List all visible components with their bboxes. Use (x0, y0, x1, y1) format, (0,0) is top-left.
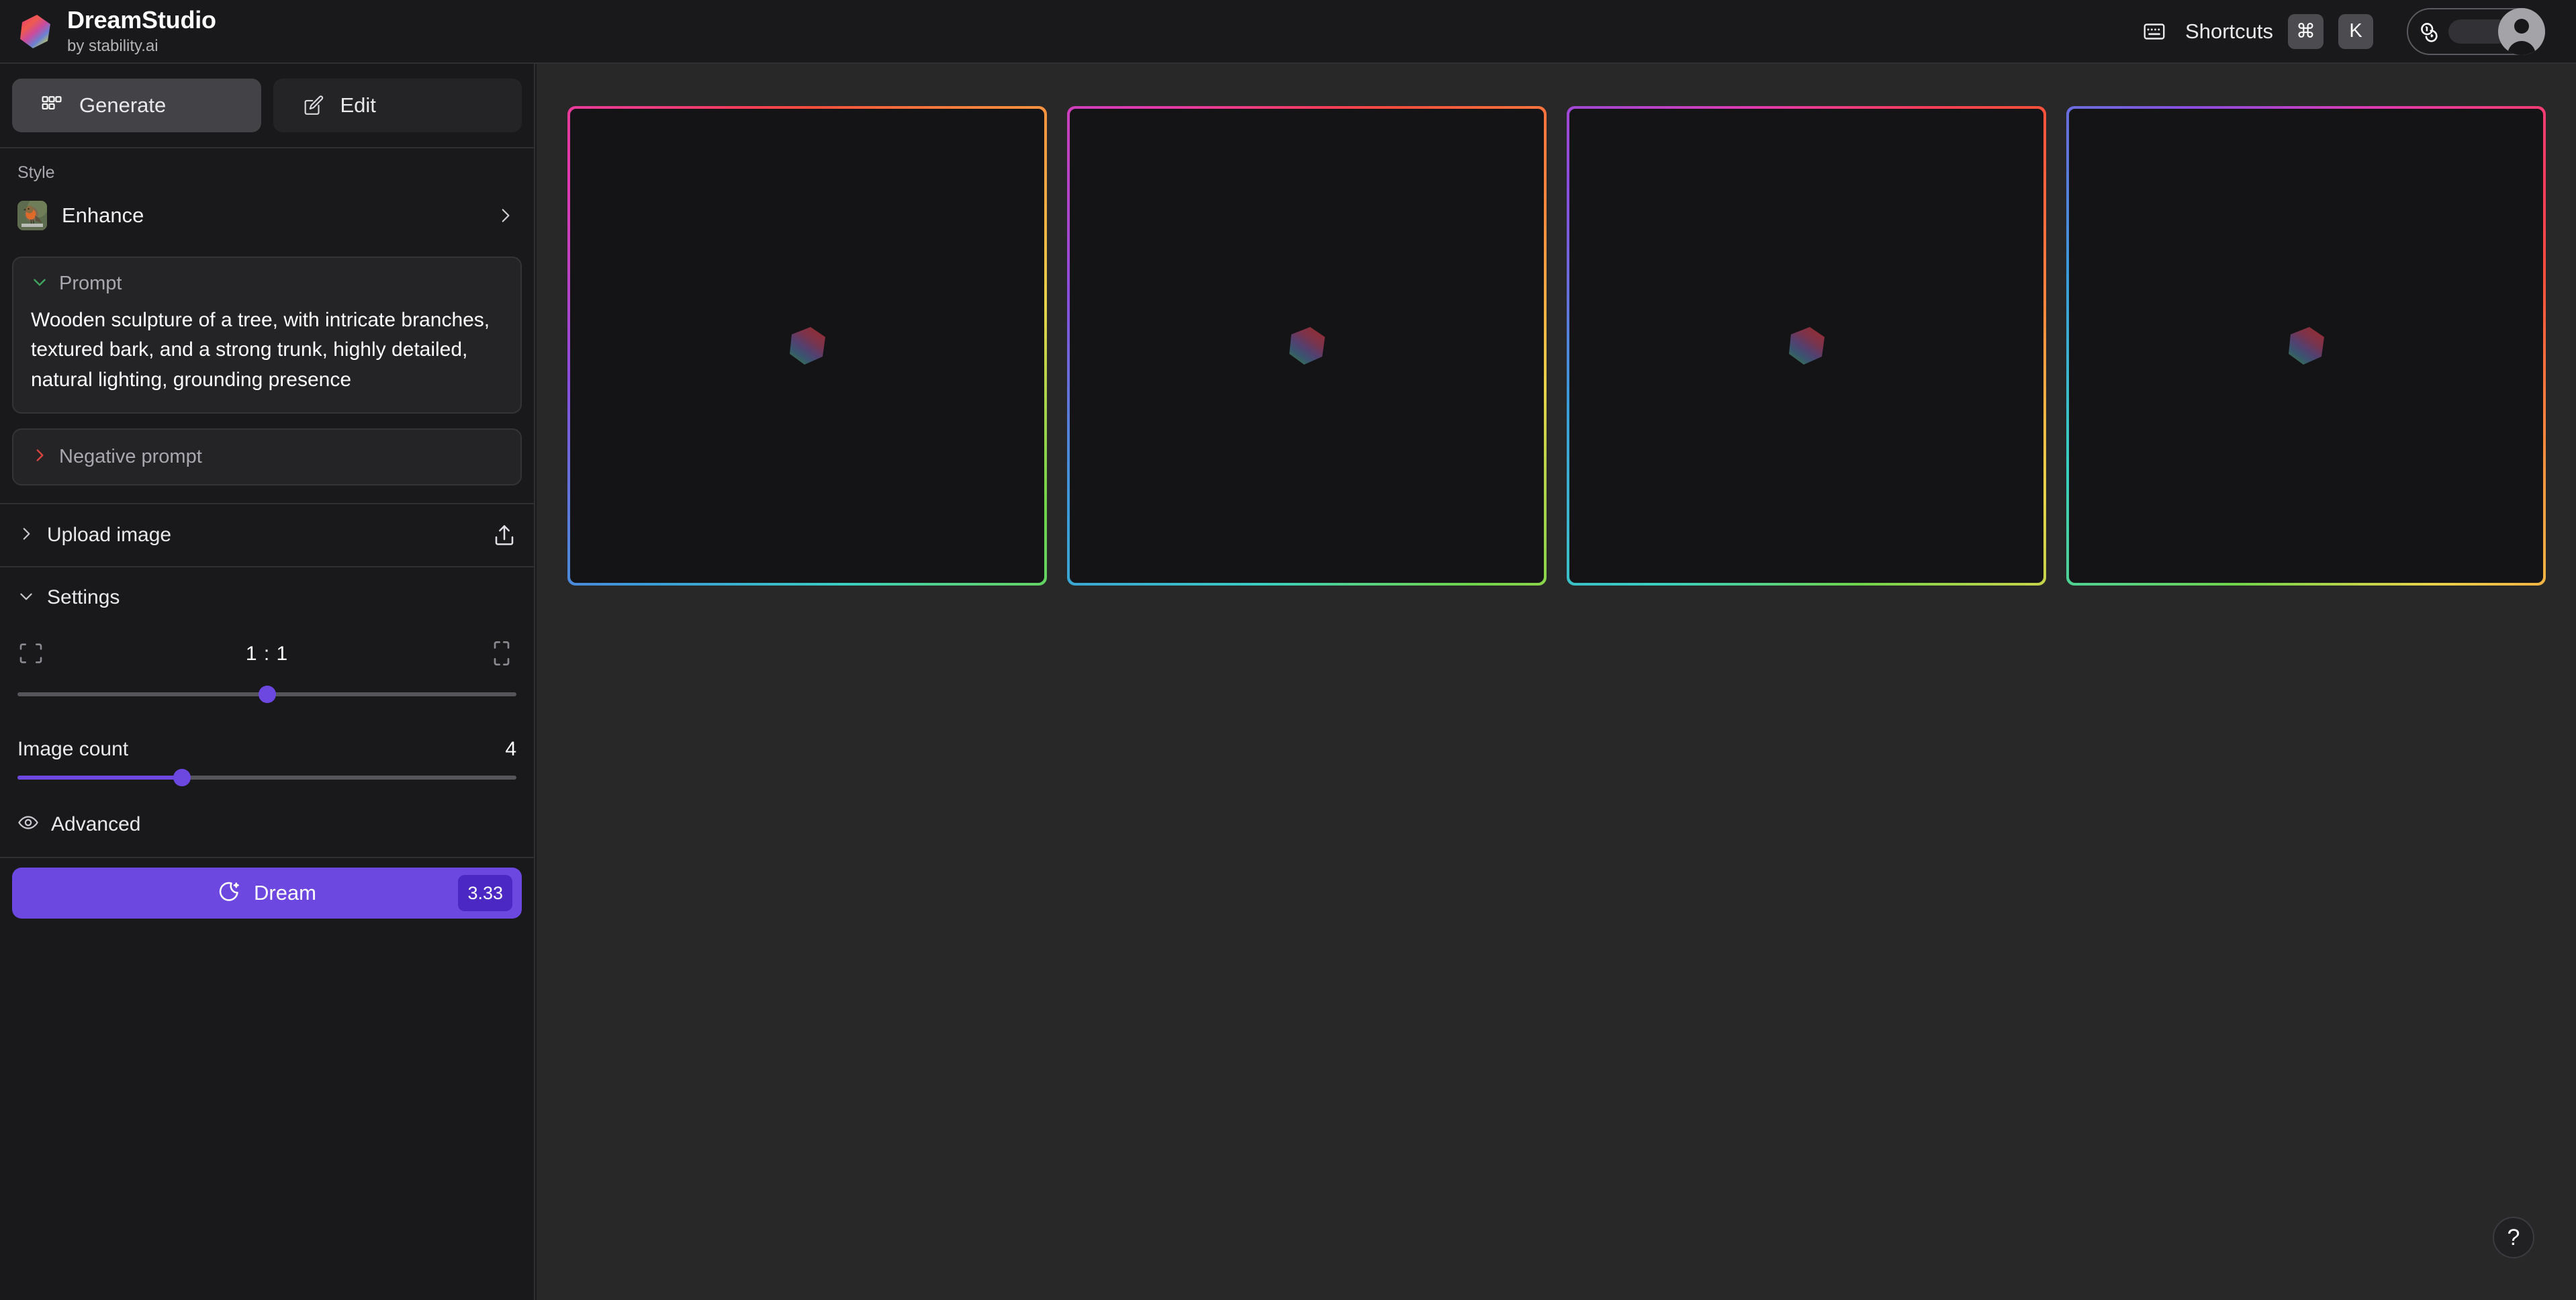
top-bar-right: Shortcuts ⌘ K (2141, 7, 2545, 55)
settings-label: Settings (47, 586, 120, 609)
image-count-slider[interactable] (17, 766, 516, 789)
negative-prompt-label: Negative prompt (59, 446, 202, 468)
upload-icon[interactable] (492, 523, 516, 547)
slider-thumb[interactable] (258, 686, 276, 704)
style-selector[interactable]: Enhance (17, 195, 516, 236)
negative-prompt-card[interactable]: Negative prompt (12, 428, 522, 486)
chevron-right-icon (496, 207, 514, 224)
chevron-right-icon (17, 525, 35, 546)
image-placeholder-4[interactable] (2066, 106, 2546, 586)
prompt-label: Prompt (59, 273, 122, 294)
pencil-square-icon (300, 93, 326, 118)
image-results-grid (537, 64, 2576, 586)
coins-icon (2418, 19, 2442, 44)
eye-target-icon (17, 812, 39, 837)
image-count-label: Image count (17, 738, 129, 761)
settings-row[interactable]: Settings (0, 567, 534, 613)
moon-sparkle-icon (218, 880, 240, 907)
hexagon-gradient-loader-icon (1785, 324, 1828, 367)
credits-pill[interactable] (2407, 7, 2545, 55)
aspect-ratio-value: 1 : 1 (245, 643, 289, 665)
chevron-right-icon (31, 447, 48, 467)
sidebar: Generate Edit Style Enhance Prompt Woode… (0, 64, 535, 1300)
slider-thumb[interactable] (173, 769, 191, 787)
avatar[interactable] (2498, 7, 2545, 55)
image-count-row: Image count 4 (17, 738, 516, 761)
app-title: DreamStudio (67, 6, 216, 34)
dream-wrap: Dream 3.33 (0, 858, 534, 919)
prompt-input[interactable]: Wooden sculpture of a tree, with intrica… (31, 306, 503, 395)
help-button[interactable]: ? (2493, 1217, 2534, 1258)
dream-button-label: Dream (253, 881, 316, 905)
keycap-cmd[interactable]: ⌘ (2288, 13, 2324, 49)
aspect-ratio-row: 1 : 1 (17, 629, 516, 679)
image-count-value: 4 (505, 738, 516, 761)
keyboard-icon (2141, 18, 2168, 45)
image-placeholder-surface (570, 109, 1044, 583)
image-placeholder-surface (1070, 109, 1544, 583)
landscape-frame-icon[interactable] (17, 640, 46, 668)
brand-text: DreamStudio by stability.ai (67, 8, 216, 54)
tab-edit[interactable]: Edit (273, 79, 522, 132)
style-section: Style Enhance (0, 148, 534, 240)
results-canvas: ? (537, 64, 2576, 1300)
hexagon-gradient-loader-icon (786, 324, 829, 367)
dream-button[interactable]: Dream 3.33 (12, 868, 522, 919)
tab-edit-label: Edit (340, 93, 376, 117)
chevron-down-icon (31, 273, 48, 294)
tab-generate-label: Generate (79, 93, 167, 117)
app-subtitle: by stability.ai (67, 37, 158, 55)
settings-body: 1 : 1 Image count 4 (0, 613, 534, 789)
hexagon-gradient-loader-icon (1285, 324, 1328, 367)
prompt-card[interactable]: Prompt Wooden sculpture of a tree, with … (12, 257, 522, 414)
hexagon-gradient-logo-icon (16, 13, 54, 50)
brand: DreamStudio by stability.ai (16, 8, 216, 54)
image-placeholder-3[interactable] (1567, 106, 2046, 586)
dream-cost-badge: 3.33 (458, 875, 512, 912)
mode-tabs: Generate Edit (0, 64, 534, 147)
style-section-label: Style (17, 163, 55, 182)
robin-bird-thumbnail-icon (17, 201, 47, 230)
image-placeholder-1[interactable] (567, 106, 1047, 586)
image-placeholder-surface (2069, 109, 2543, 583)
top-bar: DreamStudio by stability.ai Shortcuts ⌘ … (0, 0, 2576, 64)
prompt-header[interactable]: Prompt (31, 273, 503, 295)
upload-image-label: Upload image (47, 524, 172, 547)
hexagon-gradient-loader-icon (2285, 324, 2328, 367)
keycap-k[interactable]: K (2338, 13, 2373, 49)
style-selected-label: Enhance (62, 203, 144, 227)
advanced-label: Advanced (51, 812, 141, 835)
upload-image-row[interactable]: Upload image (0, 504, 534, 566)
aspect-ratio-slider[interactable] (17, 683, 516, 706)
image-placeholder-surface (1569, 109, 2043, 583)
chevron-down-icon (17, 588, 35, 608)
image-placeholder-2[interactable] (1067, 106, 1547, 586)
tab-generate[interactable]: Generate (12, 79, 261, 132)
advanced-row[interactable]: Advanced (0, 789, 534, 857)
portrait-frame-icon[interactable] (488, 640, 516, 668)
slider-fill (17, 776, 183, 780)
shortcuts-label[interactable]: Shortcuts (2185, 19, 2273, 44)
grid-squares-icon (39, 93, 64, 118)
